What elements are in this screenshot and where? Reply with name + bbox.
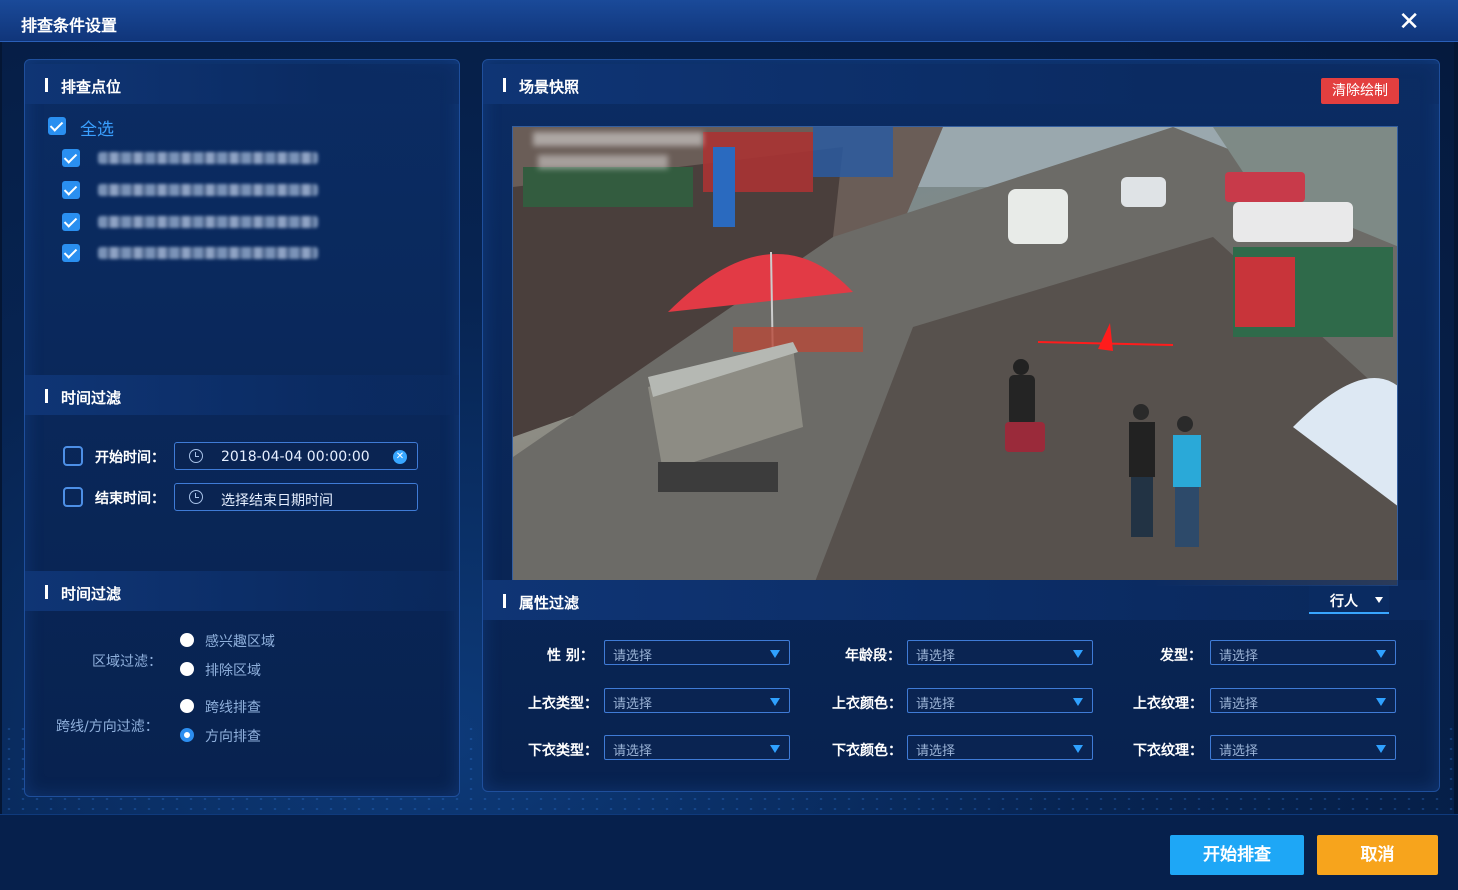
snapshot-header: 场景快照 清除绘制 — [483, 64, 1439, 104]
top-texture-label: 上衣纹理： — [1133, 696, 1203, 712]
clear-icon[interactable]: ✕ — [393, 450, 407, 464]
snapshot-title: 场景快照 — [519, 78, 580, 96]
chevron-down-icon — [1375, 597, 1383, 603]
radio-roi[interactable] — [180, 633, 194, 647]
end-time-checkbox[interactable] — [63, 487, 83, 507]
cross-filter-label: 跨线/方向过滤： — [56, 719, 159, 735]
dropdown-arrow-icon — [1376, 650, 1386, 658]
dialog-body: 排查点位 全选 时间过滤 开始时间： 2018-04-04 00:00:00 ✕… — [2, 42, 1454, 814]
start-time-label: 开始时间： — [95, 450, 165, 466]
radio-cross-line[interactable] — [180, 699, 194, 713]
target-type-value: 行人 — [1330, 594, 1358, 610]
bottom-color-select[interactable]: 请选择 — [907, 735, 1093, 760]
attribute-title: 属性过滤 — [519, 594, 580, 612]
scene-illustration — [513, 127, 1397, 585]
clear-drawing-button[interactable]: 清除绘制 — [1321, 78, 1399, 104]
gender-select[interactable]: 请选择 — [604, 640, 790, 665]
dialog-title: 排查条件设置 — [21, 16, 118, 35]
end-time-label: 结束时间： — [95, 491, 165, 507]
close-icon[interactable]: ✕ — [1398, 7, 1420, 37]
age-select[interactable]: 请选择 — [907, 640, 1093, 665]
bottom-color-label: 下衣颜色： — [832, 743, 902, 759]
bottom-texture-label: 下衣纹理： — [1133, 743, 1203, 759]
radio-direction-label[interactable]: 方向排查 — [205, 726, 261, 746]
right-panel: 场景快照 清除绘制 属性过滤 行人 性 别： 请选择 年龄段： 请选择 发型： … — [482, 59, 1440, 792]
region-filter-label: 区域过滤： — [92, 654, 162, 670]
region-filter-title: 时间过滤 — [61, 585, 122, 603]
point-checkbox[interactable] — [62, 181, 80, 199]
time-filter-title: 时间过滤 — [61, 389, 122, 407]
time-filter-header: 时间过滤 — [25, 375, 459, 415]
start-time-value: 2018-04-04 00:00:00 — [221, 449, 370, 465]
target-type-select[interactable]: 行人 — [1309, 586, 1389, 614]
radio-exclude-label[interactable]: 排除区域 — [205, 660, 261, 680]
region-filter-header: 时间过滤 — [25, 571, 459, 611]
start-time-input[interactable]: 2018-04-04 00:00:00 ✕ — [174, 442, 418, 470]
bottom-texture-select[interactable]: 请选择 — [1210, 735, 1396, 760]
hair-select[interactable]: 请选择 — [1210, 640, 1396, 665]
point-label-redacted — [98, 216, 318, 228]
hair-label: 发型： — [1160, 648, 1202, 664]
end-time-input[interactable]: 选择结束日期时间 — [174, 483, 418, 511]
clock-icon — [189, 449, 203, 463]
radio-direction[interactable] — [180, 728, 194, 742]
point-label-redacted — [98, 184, 318, 196]
points-title: 排查点位 — [61, 78, 122, 96]
dropdown-arrow-icon — [1376, 698, 1386, 706]
start-time-checkbox[interactable] — [63, 446, 83, 466]
points-header: 排查点位 — [25, 64, 459, 104]
radio-cross-line-label[interactable]: 跨线排查 — [205, 697, 261, 717]
top-color-select[interactable]: 请选择 — [907, 688, 1093, 713]
radio-roi-label[interactable]: 感兴趣区域 — [205, 631, 275, 651]
title-bar: 排查条件设置 ✕ — [0, 0, 1458, 42]
left-panel: 排查点位 全选 时间过滤 开始时间： 2018-04-04 00:00:00 ✕… — [24, 59, 460, 797]
dropdown-arrow-icon — [1376, 745, 1386, 753]
select-all-checkbox[interactable] — [48, 117, 66, 135]
dropdown-arrow-icon — [1073, 698, 1083, 706]
point-label-redacted — [98, 247, 318, 259]
gender-label: 性 别： — [547, 648, 594, 664]
clock-icon — [189, 490, 203, 504]
dropdown-arrow-icon — [770, 650, 780, 658]
point-checkbox[interactable] — [62, 213, 80, 231]
bottom-type-select[interactable]: 请选择 — [604, 735, 790, 760]
scene-snapshot-image[interactable] — [512, 126, 1398, 586]
top-color-label: 上衣颜色： — [832, 696, 902, 712]
dropdown-arrow-icon — [1073, 745, 1083, 753]
point-checkbox[interactable] — [62, 244, 80, 262]
dropdown-arrow-icon — [770, 698, 780, 706]
top-type-label: 上衣类型： — [528, 696, 598, 712]
age-label: 年龄段： — [845, 648, 901, 664]
attribute-header: 属性过滤 行人 — [483, 580, 1439, 620]
dialog-footer: 开始排查 取消 — [0, 814, 1458, 890]
dropdown-arrow-icon — [1073, 650, 1083, 658]
bottom-type-label: 下衣类型： — [528, 743, 598, 759]
top-texture-select[interactable]: 请选择 — [1210, 688, 1396, 713]
point-label-redacted — [98, 152, 318, 164]
select-all-label[interactable]: 全选 — [80, 115, 114, 140]
start-search-button[interactable]: 开始排查 — [1170, 835, 1304, 875]
point-checkbox[interactable] — [62, 149, 80, 167]
top-type-select[interactable]: 请选择 — [604, 688, 790, 713]
end-time-placeholder: 选择结束日期时间 — [221, 493, 333, 509]
dropdown-arrow-icon — [770, 745, 780, 753]
radio-exclude[interactable] — [180, 662, 194, 676]
cancel-button[interactable]: 取消 — [1317, 835, 1438, 875]
